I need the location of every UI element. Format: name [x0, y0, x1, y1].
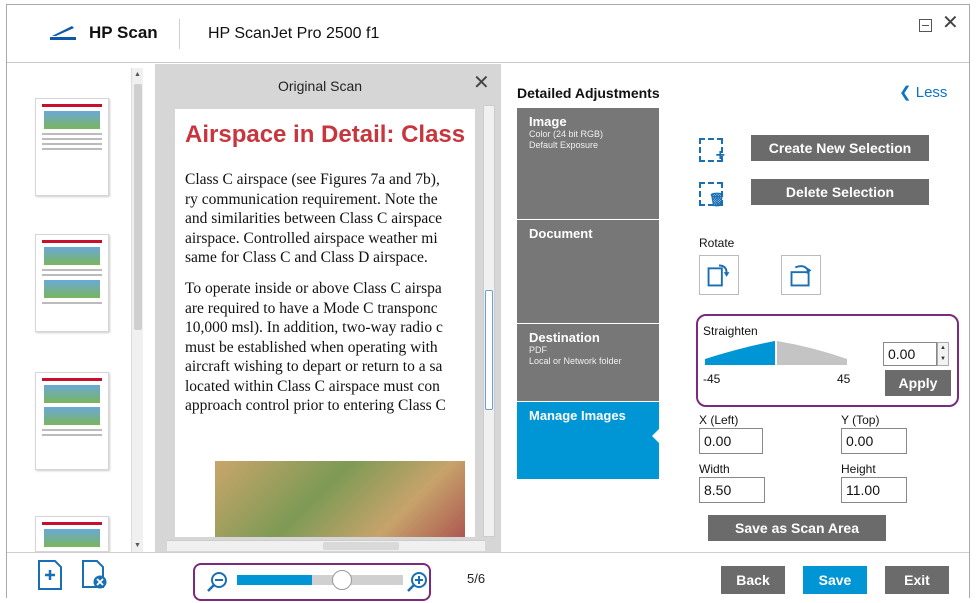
page-thumbnail[interactable]	[35, 372, 109, 470]
device-name: HP ScanJet Pro 2500 f1	[208, 25, 380, 42]
tab-subtitle: Default Exposure	[529, 140, 599, 150]
zoom-in-icon[interactable]	[405, 570, 429, 594]
y-top-input[interactable]: 0.00	[841, 428, 907, 454]
title-divider	[179, 19, 180, 49]
x-left-input[interactable]: 0.00	[699, 428, 763, 454]
tab-image[interactable]: Image Color (24 bit RGB) Default Exposur…	[517, 108, 659, 220]
document-paragraph: Class C airspace (see Figures 7a and 7b)…	[185, 171, 442, 266]
width-label: Width	[699, 462, 730, 476]
add-page-icon[interactable]	[35, 559, 65, 591]
page-indicator: 5/6	[467, 571, 486, 586]
rotate-left-button[interactable]	[699, 255, 739, 295]
preview-title: Original Scan	[277, 78, 363, 94]
rotate-right-icon	[790, 265, 812, 287]
chevron-left-icon: ❮	[899, 84, 916, 101]
preview-panel: Original Scan ✕ Airspace in Detail: Clas…	[155, 64, 501, 552]
angle-spinner[interactable]: ▲ ▼	[937, 342, 949, 366]
thumbnail-scrollbar[interactable]: ▲ ▼	[131, 68, 143, 552]
tab-subtitle: PDF	[529, 345, 547, 355]
height-input[interactable]: 11.00	[841, 477, 907, 503]
tab-subtitle: Local or Network folder	[529, 356, 622, 366]
tab-title: Destination	[529, 330, 600, 345]
minimize-icon[interactable]	[919, 19, 932, 32]
thumbnail-strip	[7, 64, 143, 552]
back-button[interactable]: Back	[721, 566, 785, 594]
scanner-logo-icon	[50, 26, 76, 40]
tab-document[interactable]: Document	[517, 220, 659, 324]
y-top-label: Y (Top)	[841, 413, 880, 427]
scroll-thumb[interactable]	[134, 84, 142, 330]
tab-title: Manage Images	[529, 408, 626, 423]
document-paragraph: To operate inside or above Class C airsp…	[185, 280, 446, 414]
add-selection-icon[interactable]: +	[699, 138, 725, 164]
delete-selection-icon[interactable]: 🗑	[699, 182, 725, 207]
close-preview-icon[interactable]: ✕	[473, 70, 490, 95]
delete-selection-button[interactable]: Delete Selection	[751, 179, 929, 205]
rotate-right-button[interactable]	[781, 255, 821, 295]
adjustment-tabs: Image Color (24 bit RGB) Default Exposur…	[517, 108, 660, 480]
zoom-control	[193, 563, 431, 601]
document-map-image	[215, 461, 465, 537]
width-input[interactable]: 8.50	[699, 477, 765, 503]
preview-vertical-scrollbar[interactable]	[483, 105, 495, 537]
rotate-label: Rotate	[699, 236, 735, 250]
tab-title: Image	[529, 114, 567, 129]
save-button[interactable]: Save	[803, 566, 867, 594]
apply-button[interactable]: Apply	[885, 370, 951, 396]
straighten-max-label: 45	[837, 372, 851, 386]
straighten-min-label: -45	[703, 372, 721, 386]
page-thumbnail[interactable]	[35, 234, 109, 332]
document-heading: Airspace in Detail: Class	[185, 121, 466, 148]
delete-page-icon[interactable]	[79, 559, 109, 591]
app-window: HP Scan HP ScanJet Pro 2500 f1 ✕ ▲ ▼ Ori…	[6, 4, 970, 601]
tab-destination[interactable]: Destination PDF Local or Network folder	[517, 324, 659, 402]
scanned-page: Airspace in Detail: Class Class C airspa…	[175, 109, 475, 537]
title-bar: HP Scan HP ScanJet Pro 2500 f1 ✕	[7, 5, 969, 63]
close-window-icon[interactable]: ✕	[942, 13, 959, 33]
save-scan-area-button[interactable]: Save as Scan Area	[708, 515, 886, 541]
scroll-thumb[interactable]	[323, 542, 399, 550]
straighten-angle-input[interactable]: 0.00	[883, 342, 937, 366]
height-label: Height	[841, 462, 876, 476]
less-label: Less	[915, 84, 948, 101]
adjustments-title: Detailed Adjustments	[517, 85, 660, 101]
zoom-slider-fill	[237, 575, 312, 585]
exit-button[interactable]: Exit	[885, 566, 949, 594]
zoom-out-icon[interactable]	[205, 570, 229, 594]
tab-manage-images[interactable]: Manage Images	[517, 402, 660, 480]
page-thumbnail[interactable]	[35, 98, 109, 196]
zoom-slider-thumb[interactable]	[331, 570, 352, 590]
bottom-bar: 5/6 Back Save Exit	[7, 552, 969, 598]
tab-subtitle: Color (24 bit RGB)	[529, 129, 604, 139]
tab-title: Document	[529, 226, 593, 241]
straighten-label: Straighten	[703, 324, 758, 338]
create-selection-button[interactable]: Create New Selection	[751, 135, 929, 161]
x-left-label: X (Left)	[699, 413, 739, 427]
scroll-thumb[interactable]	[485, 290, 493, 410]
rotate-left-icon	[707, 264, 730, 287]
straighten-slider[interactable]	[703, 337, 849, 367]
preview-horizontal-scrollbar[interactable]	[167, 540, 485, 551]
less-link[interactable]: ❮ Less	[899, 83, 947, 101]
app-name: HP Scan	[89, 23, 158, 42]
zoom-slider-track[interactable]	[237, 570, 403, 590]
page-thumbnail[interactable]	[35, 516, 109, 552]
